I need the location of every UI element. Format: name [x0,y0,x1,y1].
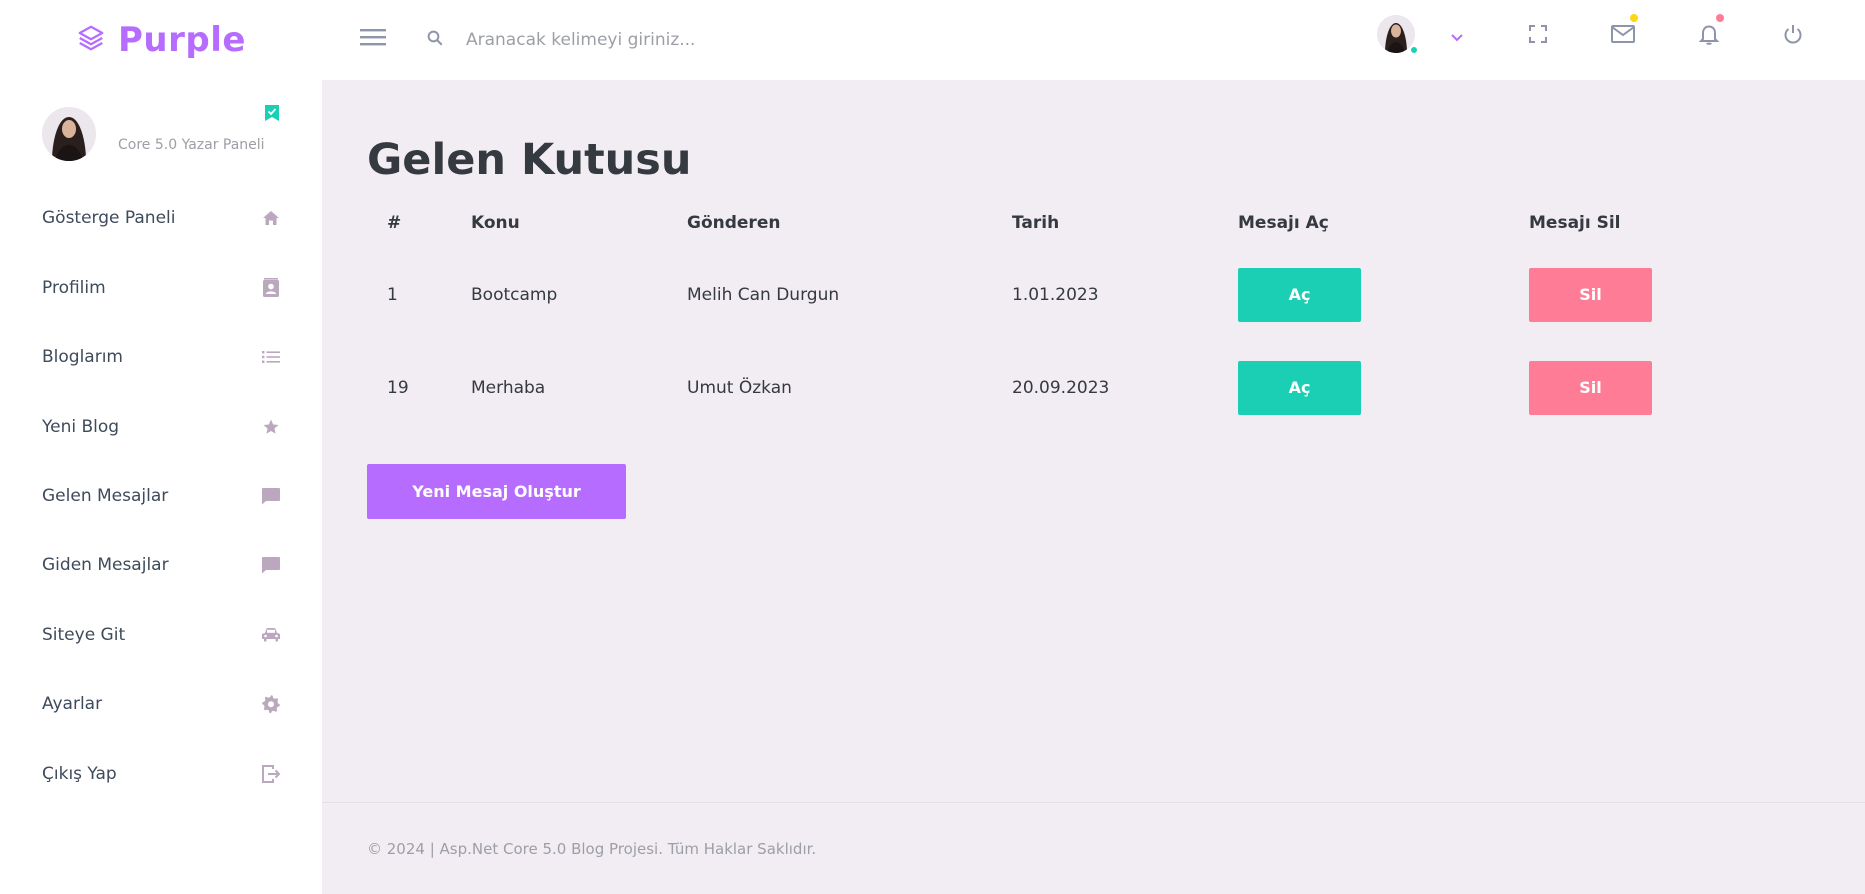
cell-id: 19 [387,377,409,398]
profile-dropdown-toggle[interactable] [1440,20,1474,54]
cell-date: 1.01.2023 [1012,284,1099,305]
layers-icon [76,23,106,57]
avatar [42,107,96,161]
mail-icon [1611,25,1635,47]
column-header-sender: Gönderen [687,213,781,233]
cell-subject: Merhaba [471,377,546,398]
sidebar-item-go-to-site[interactable]: Siteye Git [42,615,282,655]
cell-id: 1 [387,284,398,305]
new-message-button[interactable]: Yeni Mesaj Oluştur [367,464,626,519]
home-icon [260,207,282,229]
sidebar-item-label: Yeni Blog [42,417,120,437]
sidebar-item-label: Bloglarım [42,347,123,367]
fullscreen-icon [1529,25,1547,47]
sidebar-item-dashboard[interactable]: Gösterge Paneli [42,198,282,238]
sidebar-item-new-blog[interactable]: Yeni Blog [42,407,282,447]
sidebar-item-label: Profilim [42,278,106,298]
sidebar-item-blogs[interactable]: Bloglarım [42,337,282,377]
cell-delete: Sil [1529,341,1729,434]
sidebar-item-logout[interactable]: Çıkış Yap [42,754,282,794]
chevron-down-icon [1450,28,1464,47]
page-title: Gelen Kutusu [367,135,692,185]
column-header-open: Mesajı Aç [1238,213,1329,233]
cell-open: Aç [1238,341,1529,434]
cell-date: 20.09.2023 [1012,377,1110,398]
inbox-table: # Konu Gönderen Tarih Mesajı Aç Mesajı S… [367,198,1729,434]
table-header-row: # Konu Gönderen Tarih Mesajı Aç Mesajı S… [367,198,1729,248]
menu-icon [360,27,386,51]
sidebar-item-label: Siteye Git [42,625,126,645]
open-message-button[interactable]: Aç [1238,360,1361,415]
message-icon [260,554,282,576]
cell-sender: Melih Can Durgun [687,284,840,305]
cell-sender: Umut Özkan [687,377,792,398]
logout-icon [260,763,282,785]
cell-subject: Bootcamp [471,284,558,305]
table-row: 1 Bootcamp Melih Can Durgun 1.01.2023 Aç… [367,248,1729,341]
sidebar: Core 5.0 Yazar Paneli Gösterge Paneli Pr… [0,80,322,894]
power-icon [1783,24,1803,48]
profile-label: Core 5.0 Yazar Paneli [118,137,265,153]
messages-button[interactable] [1606,14,1640,53]
gear-icon [260,693,282,715]
sidebar-item-settings[interactable]: Ayarlar [42,684,282,724]
table-row: 19 Merhaba Umut Özkan 20.09.2023 Aç Sil [367,341,1729,434]
notification-dot [1716,14,1724,22]
sidebar-item-label: Gelen Mesajlar [42,486,169,506]
bell-icon [1698,23,1720,49]
top-navbar: Purple [0,0,1865,80]
fullscreen-button[interactable] [1521,19,1555,53]
brand-logo[interactable]: Purple [0,0,322,80]
column-header-id: # [387,213,402,233]
search-bar [426,20,826,60]
sidebar-item-label: Giden Mesajlar [42,555,169,575]
sidebar-item-profile[interactable]: Profilim [42,268,282,308]
mail-notification-dot [1630,14,1638,22]
main-content: Gelen Kutusu # Konu Gönderen Tarih Mesaj… [322,80,1865,894]
online-status-indicator [1409,45,1419,55]
brand-name: Purple [118,20,246,60]
sidebar-profile[interactable]: Core 5.0 Yazar Paneli [42,104,279,164]
list-icon [260,346,282,368]
footer-text: © 2024 | Asp.Net Core 5.0 Blog Projesi. … [367,839,817,858]
logout-button[interactable] [1776,19,1810,53]
sidebar-item-inbox[interactable]: Gelen Mesajlar [42,476,282,516]
menu-toggle-button[interactable] [358,24,388,54]
user-avatar-button[interactable] [1377,15,1419,57]
column-header-delete: Mesajı Sil [1529,213,1621,233]
bookmark-check-icon [264,104,280,126]
sidebar-item-label: Ayarlar [42,694,103,714]
search-icon [426,29,444,51]
sidebar-item-label: Çıkış Yap [42,764,117,784]
search-input[interactable] [466,30,826,50]
sidebar-item-outbox[interactable]: Giden Mesajlar [42,545,282,585]
footer: © 2024 | Asp.Net Core 5.0 Blog Projesi. … [322,802,1865,894]
column-header-subject: Konu [471,213,520,233]
sidebar-item-label: Gösterge Paneli [42,208,176,228]
open-message-button[interactable]: Aç [1238,267,1361,322]
cell-delete: Sil [1529,248,1729,341]
cell-open: Aç [1238,248,1529,341]
column-header-date: Tarih [1012,213,1060,233]
delete-message-button[interactable]: Sil [1529,360,1652,415]
car-icon [260,624,282,646]
star-icon [260,416,282,438]
delete-message-button[interactable]: Sil [1529,267,1652,322]
contact-card-icon [260,277,282,299]
message-icon [260,485,282,507]
notifications-button[interactable] [1692,14,1726,53]
